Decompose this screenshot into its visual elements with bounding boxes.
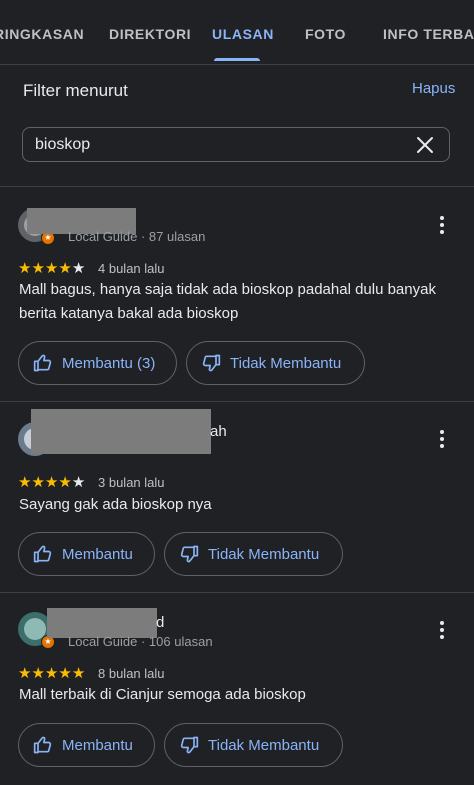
review-date: 3 bulan lalu bbox=[98, 475, 165, 490]
helpful-button-label: Membantu (3) bbox=[62, 355, 156, 372]
filter-search-box bbox=[22, 127, 450, 162]
active-tab-indicator bbox=[214, 58, 260, 61]
author-name-suffix: d bbox=[156, 614, 165, 631]
not-helpful-button-label: Tidak Membantu bbox=[208, 546, 320, 563]
not-helpful-button-label: Tidak Membantu bbox=[230, 355, 342, 372]
thumbs-up-icon bbox=[33, 545, 52, 563]
more-options-icon[interactable] bbox=[432, 620, 452, 640]
thumbs-down-icon bbox=[180, 736, 199, 754]
review-card: ah ★★★★★ 3 bulan lalu Sayang gak ada bio… bbox=[0, 402, 474, 592]
star-filled-icon: ★ bbox=[18, 260, 32, 277]
thumbs-up-icon bbox=[33, 736, 52, 754]
review-card: ★ d Local Guide · 106 ulasan ★★★★★ 8 bul… bbox=[0, 593, 474, 785]
author-name-suffix: ah bbox=[210, 423, 227, 440]
close-icon[interactable] bbox=[415, 135, 435, 155]
helpful-button[interactable]: Membantu bbox=[18, 723, 155, 767]
helpful-button-label: Membantu bbox=[62, 737, 133, 754]
more-options-icon[interactable] bbox=[432, 215, 452, 235]
not-helpful-button-label: Tidak Membantu bbox=[208, 737, 320, 754]
tab-info-terbaru[interactable]: INFO TERBARU bbox=[383, 26, 474, 42]
tab-direktori[interactable]: DIREKTORI bbox=[109, 26, 191, 42]
tab-bar: RINGKASAN DIREKTORI ULASAN FOTO INFO TER… bbox=[0, 0, 474, 65]
star-filled-icon: ★ bbox=[18, 474, 32, 491]
star-empty-icon: ★ bbox=[71, 260, 86, 277]
star-rating: ★★★★★ bbox=[18, 473, 85, 491]
star-filled-icon: ★ bbox=[44, 665, 59, 682]
filter-search-input[interactable] bbox=[35, 135, 395, 155]
not-helpful-button[interactable]: Tidak Membantu bbox=[164, 532, 343, 576]
helpful-button[interactable]: Membantu bbox=[18, 532, 155, 576]
star-rating: ★★★★★ bbox=[18, 259, 85, 277]
review-text: Mall terbaik di Cianjur semoga ada biosk… bbox=[19, 686, 306, 703]
star-empty-icon: ★ bbox=[71, 474, 86, 491]
star-filled-icon: ★ bbox=[58, 260, 72, 277]
redacted-author-name bbox=[31, 409, 211, 454]
star-filled-icon: ★ bbox=[18, 665, 32, 682]
star-filled-icon: ★ bbox=[58, 474, 72, 491]
helpful-button[interactable]: Membantu (3) bbox=[18, 341, 177, 385]
review-meta: Local Guide · 106 ulasan bbox=[68, 634, 213, 649]
not-helpful-button[interactable]: Tidak Membantu bbox=[164, 723, 343, 767]
helpful-button-label: Membantu bbox=[62, 546, 133, 563]
review-date: 4 bulan lalu bbox=[98, 261, 165, 276]
star-rating: ★★★★★ bbox=[18, 664, 85, 682]
tab-foto[interactable]: FOTO bbox=[305, 26, 346, 42]
review-text: Mall bagus, hanya saja tidak ada bioskop… bbox=[19, 281, 436, 322]
review-date: 8 bulan lalu bbox=[98, 666, 165, 681]
star-filled-icon: ★ bbox=[71, 665, 86, 682]
star-filled-icon: ★ bbox=[44, 474, 59, 491]
star-filled-icon: ★ bbox=[31, 474, 45, 491]
star-filled-icon: ★ bbox=[44, 260, 59, 277]
filter-title: Filter menurut bbox=[23, 81, 128, 100]
clear-filter-link[interactable]: Hapus bbox=[412, 80, 455, 97]
star-filled-icon: ★ bbox=[31, 665, 45, 682]
review-card: ★ Local Guide · 87 ulasan ★★★★★ 4 bulan … bbox=[0, 187, 474, 401]
tab-ulasan[interactable]: ULASAN bbox=[212, 26, 274, 42]
thumbs-down-icon bbox=[202, 354, 221, 372]
thumbs-down-icon bbox=[180, 545, 199, 563]
more-options-icon[interactable] bbox=[432, 429, 452, 449]
star-filled-icon: ★ bbox=[31, 260, 45, 277]
tab-ringkasan[interactable]: RINGKASAN bbox=[0, 26, 84, 42]
not-helpful-button[interactable]: Tidak Membantu bbox=[186, 341, 365, 385]
thumbs-up-icon bbox=[33, 354, 52, 372]
star-filled-icon: ★ bbox=[58, 665, 72, 682]
review-text: Sayang gak ada bioskop nya bbox=[19, 496, 212, 513]
review-meta: Local Guide · 87 ulasan bbox=[68, 229, 206, 244]
